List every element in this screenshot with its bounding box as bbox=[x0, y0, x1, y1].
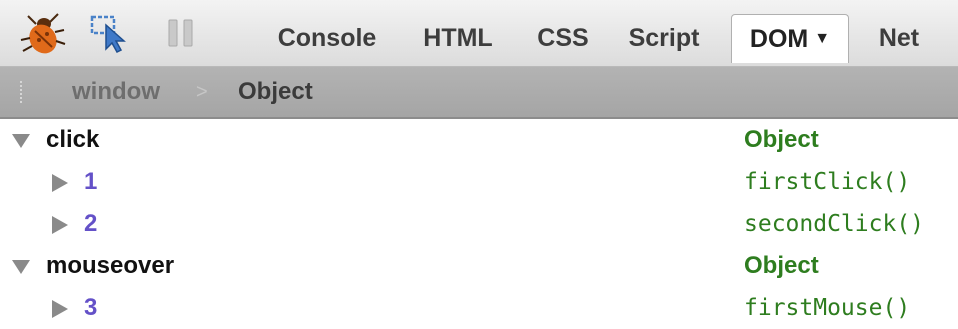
grip-handle bbox=[20, 81, 24, 103]
expanded-triangle-icon[interactable] bbox=[12, 134, 30, 148]
dom-row-click[interactable]: click Object bbox=[0, 119, 958, 161]
tab-html[interactable]: HTML bbox=[408, 14, 508, 62]
tab-script-label: Script bbox=[628, 23, 700, 52]
chevron-down-icon[interactable]: ▼ bbox=[814, 30, 830, 48]
property-value[interactable]: firstClick() bbox=[744, 161, 910, 203]
property-value[interactable]: secondClick() bbox=[744, 203, 924, 245]
pause-icon[interactable] bbox=[166, 10, 196, 56]
tab-net-label: Net bbox=[878, 23, 920, 52]
firebug-toolbar: Console HTML CSS Script DOM ▼ Net bbox=[0, 0, 958, 67]
collapsed-triangle-icon[interactable] bbox=[52, 300, 68, 318]
tab-dom-label: DOM bbox=[749, 24, 809, 53]
property-value[interactable]: Object bbox=[744, 119, 819, 161]
tab-script[interactable]: Script bbox=[614, 14, 714, 62]
breadcrumb-item-window[interactable]: window bbox=[72, 67, 160, 117]
tab-html-label: HTML bbox=[423, 23, 493, 52]
tab-console-label: Console bbox=[277, 23, 377, 52]
tab-console[interactable]: Console bbox=[262, 14, 392, 62]
tab-net[interactable]: Net bbox=[864, 14, 934, 62]
dom-row-3[interactable]: 3 firstMouse() bbox=[0, 287, 958, 329]
breadcrumb-separator: > bbox=[196, 80, 208, 103]
expanded-triangle-icon[interactable] bbox=[12, 260, 30, 274]
property-name: click bbox=[46, 126, 100, 153]
firebug-bug-icon[interactable] bbox=[18, 10, 68, 56]
property-name: 3 bbox=[84, 294, 98, 321]
property-name: mouseover bbox=[46, 252, 175, 279]
breadcrumb-item-object[interactable]: Object bbox=[238, 67, 313, 117]
property-value[interactable]: firstMouse() bbox=[744, 287, 910, 329]
dom-row-mouseover[interactable]: mouseover Object bbox=[0, 245, 958, 287]
property-value[interactable]: Object bbox=[744, 245, 819, 287]
dom-row-1[interactable]: 1 firstClick() bbox=[0, 161, 958, 203]
collapsed-triangle-icon[interactable] bbox=[52, 216, 68, 234]
dom-panel: click Object 1 firstClick() 2 secondClic… bbox=[0, 119, 958, 329]
tab-dom[interactable]: DOM ▼ bbox=[731, 14, 849, 63]
dom-row-2[interactable]: 2 secondClick() bbox=[0, 203, 958, 245]
inspect-cursor-icon[interactable] bbox=[90, 10, 134, 56]
property-name: 2 bbox=[84, 210, 98, 237]
breadcrumb: window > Object bbox=[0, 67, 958, 119]
collapsed-triangle-icon[interactable] bbox=[52, 174, 68, 192]
tab-css-label: CSS bbox=[537, 23, 589, 52]
tab-css[interactable]: CSS bbox=[525, 14, 601, 62]
property-name: 1 bbox=[84, 168, 98, 195]
